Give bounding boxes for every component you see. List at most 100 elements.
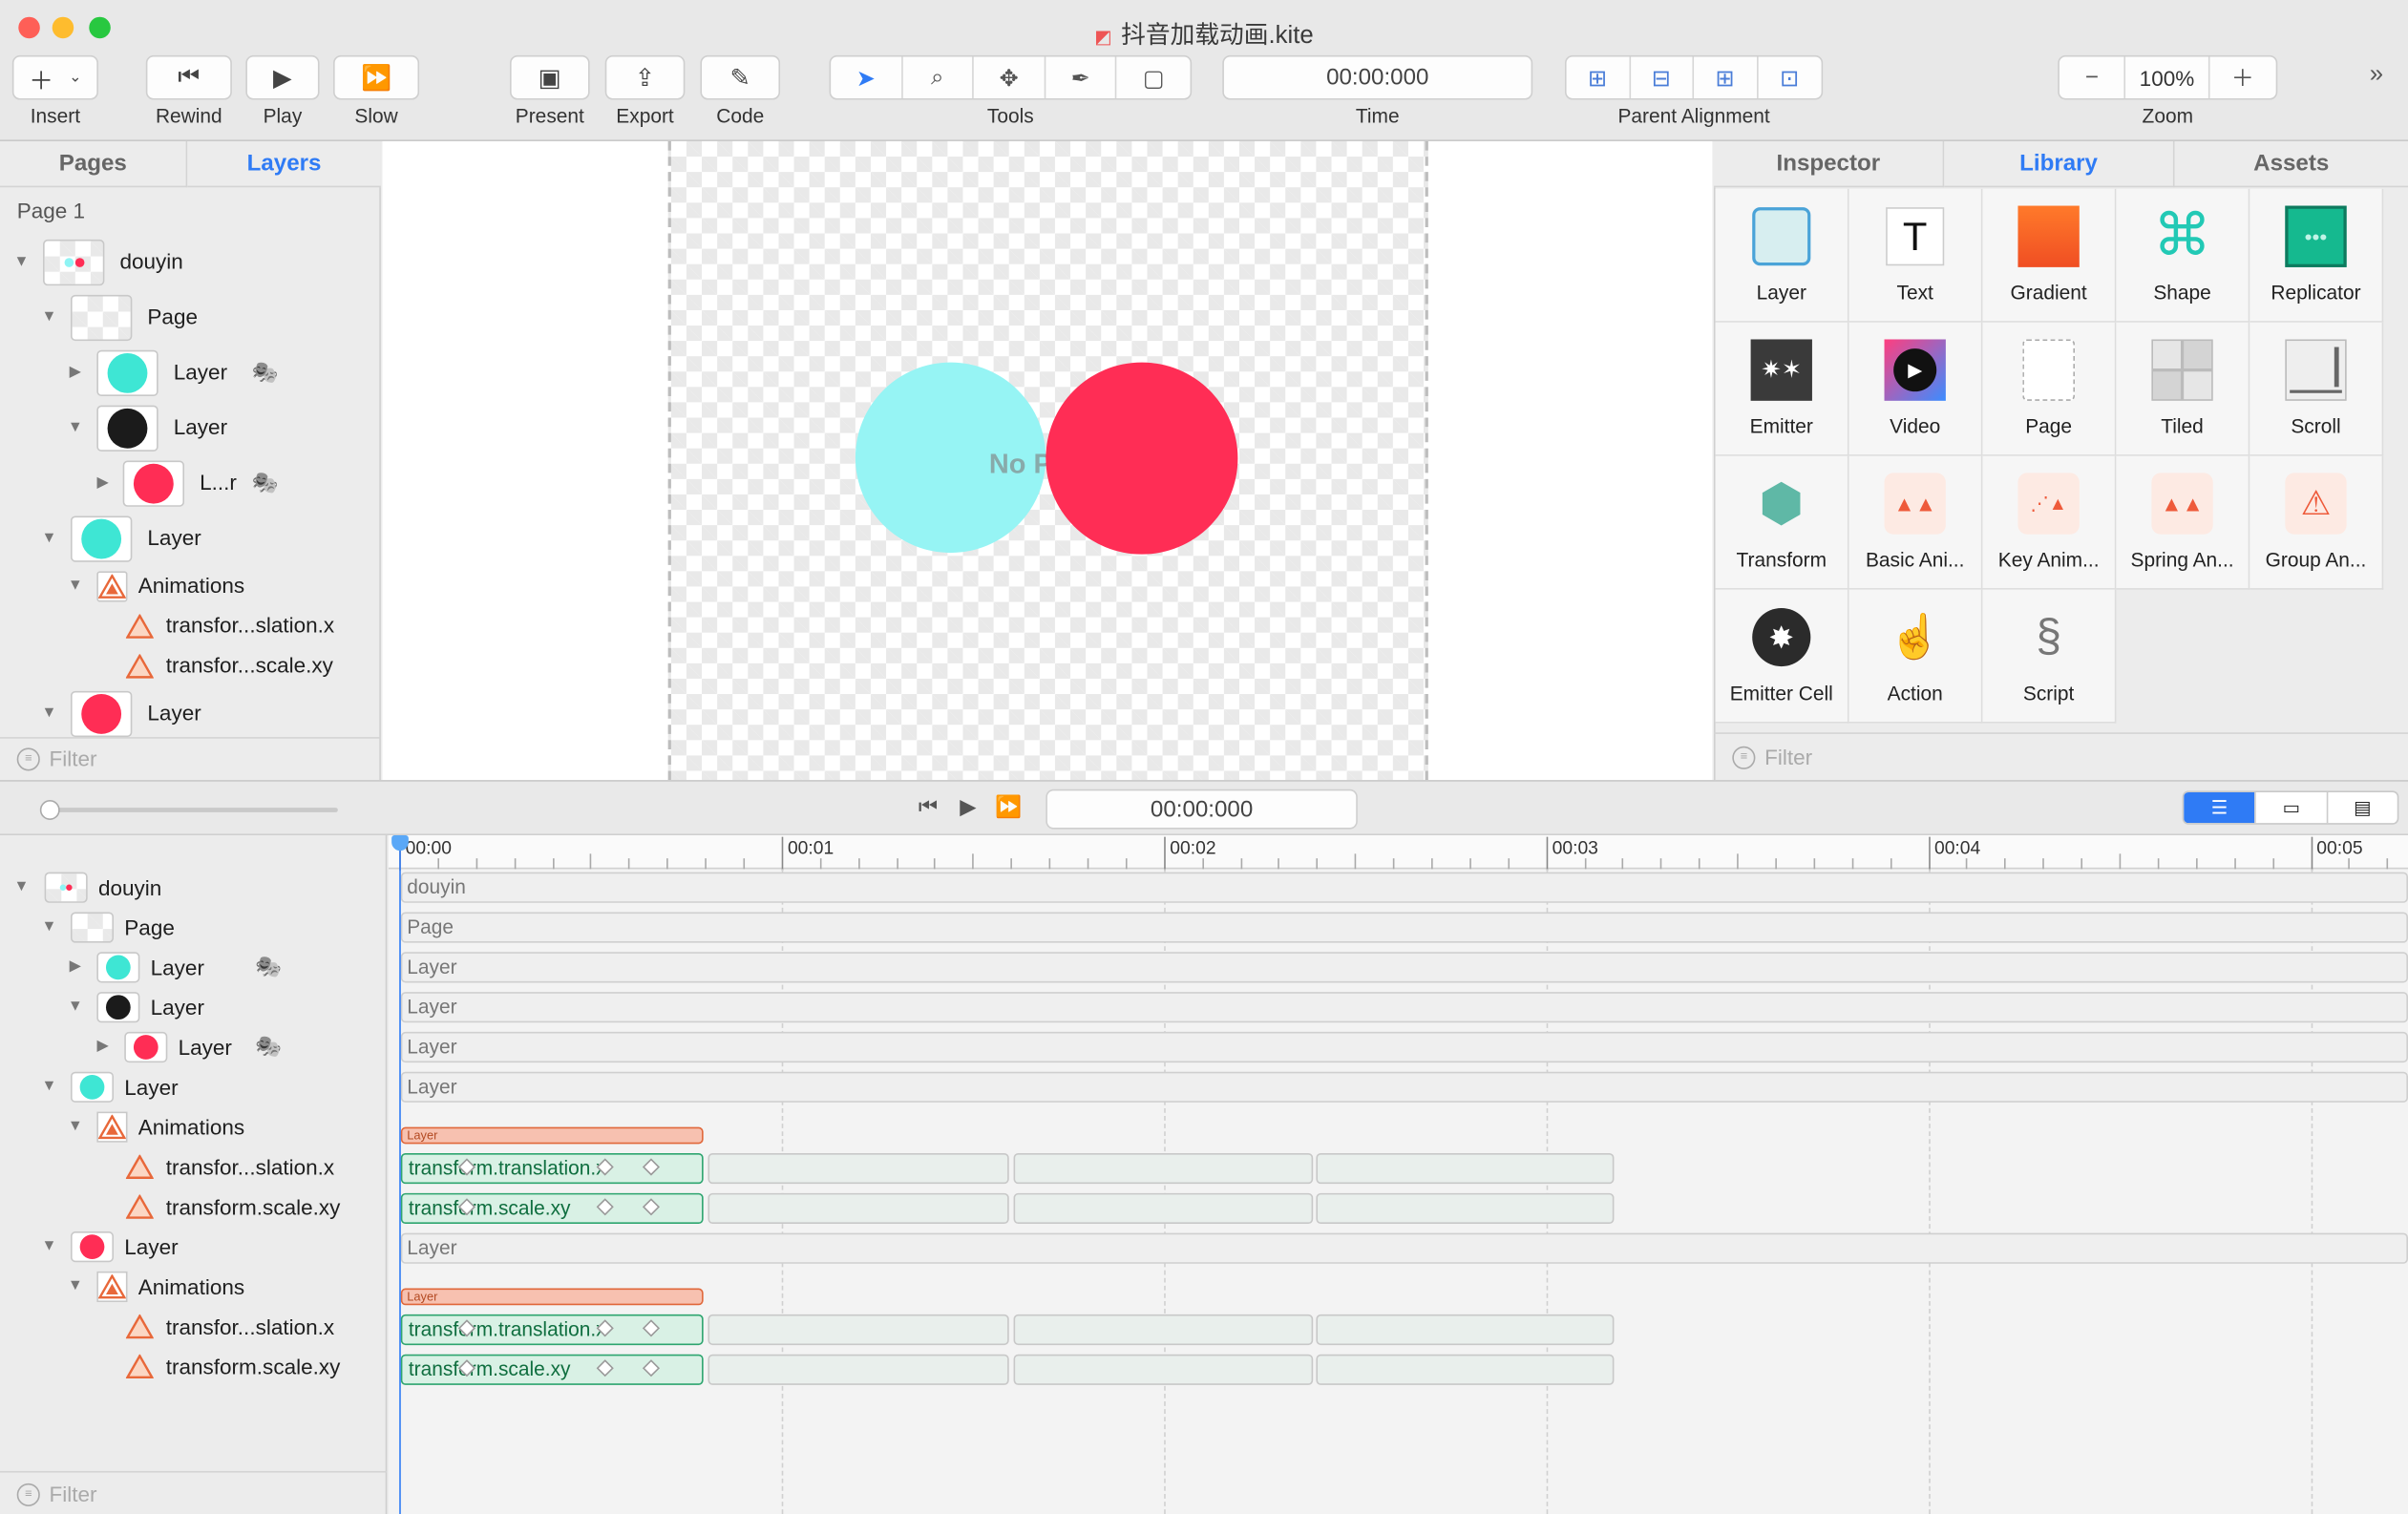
mask-icon[interactable]: 🎭 [252, 470, 279, 495]
library-item-video[interactable]: ▶ Video [1848, 322, 1983, 456]
library-item-group-an[interactable]: ⚠ Group An... [2250, 455, 2384, 590]
library-item-tiled[interactable]: Tiled [2116, 322, 2250, 456]
align-fill-button[interactable]: ⊡ [1758, 57, 1822, 98]
timeline-rewind-button[interactable]: ⏮ [919, 794, 938, 820]
toolbar-overflow-icon[interactable]: » [2370, 61, 2383, 89]
library-item-basic-ani[interactable]: ▲▲ Basic Ani... [1848, 455, 1983, 590]
tab-library[interactable]: Library [1944, 140, 2175, 188]
timeline-zoom-slider-track[interactable] [46, 808, 338, 812]
pen-tool[interactable]: ✒ [1046, 56, 1117, 98]
animation-repeat-bar[interactable] [1013, 1354, 1314, 1385]
insert-button[interactable]: ＋ ⌄ [11, 54, 98, 100]
animation-group-bar[interactable]: Layer [400, 1288, 704, 1306]
layer-tree-row[interactable]: ▼ Layer [0, 690, 381, 738]
disclosure-triangle-icon[interactable]: ▼ [40, 918, 58, 936]
disclosure-triangle-icon[interactable]: ▼ [40, 530, 58, 548]
library-item-text[interactable]: T Text [1848, 188, 1983, 323]
timeline-fast-forward-button[interactable]: ⏩ [995, 794, 1022, 820]
disclosure-triangle-icon[interactable]: ▼ [12, 253, 31, 271]
timeline-tree-row[interactable]: ▼ Animations [0, 1270, 387, 1303]
animation-group-bar[interactable]: Layer [400, 1126, 704, 1145]
timeline-tree-row[interactable]: ▼ Page [0, 911, 387, 944]
library-item-script[interactable]: § Script [1982, 589, 2117, 724]
timeline-tree-row[interactable]: ▼ Animations [0, 1110, 387, 1144]
shape-tool[interactable]: ▢ [1117, 57, 1191, 98]
disclosure-triangle-icon[interactable]: ▼ [66, 999, 84, 1017]
timeline-track[interactable]: Layer [400, 1071, 2408, 1103]
mask-icon[interactable]: 🎭 [255, 1034, 282, 1060]
library-item-key-anim[interactable]: ⋰▲ Key Anim... [1982, 455, 2117, 590]
animation-repeat-bar[interactable] [1316, 1152, 1615, 1185]
timeline-view-button[interactable]: ☰ [2184, 791, 2255, 824]
layer-tree-row[interactable]: ▼ Animations [0, 571, 381, 602]
export-button[interactable]: ⇪ [604, 54, 686, 100]
animation-repeat-bar[interactable] [1013, 1314, 1314, 1346]
library-item-emitter[interactable]: ✷✶ Emitter [1715, 322, 1849, 456]
animation-repeat-bar[interactable] [708, 1354, 1009, 1385]
animation-repeat-bar[interactable] [1316, 1354, 1615, 1385]
timeline-tree-row[interactable]: ▶ 🎭 Layer [0, 1030, 387, 1063]
layer-tree-row[interactable]: transfor...scale.xy [0, 651, 381, 682]
timeline-tree-row[interactable]: ▶ 🎭 Layer [0, 951, 387, 984]
disclosure-triangle-icon[interactable]: ▼ [40, 704, 58, 723]
align-horizontal-button[interactable]: ⊟ [1630, 56, 1695, 98]
timeline-tree-row[interactable]: transform.scale.xy [0, 1190, 387, 1224]
disclosure-triangle-icon[interactable]: ▶ [94, 1038, 112, 1056]
timeline-tree-row[interactable]: ▼ Layer [0, 1230, 387, 1263]
align-vertical-button[interactable]: ⊞ [1694, 56, 1758, 98]
timeline-tree-row[interactable]: transfor...slation.x [0, 1150, 387, 1184]
layer-tree-row[interactable]: ▼ Layer [0, 405, 381, 452]
disclosure-triangle-icon[interactable]: ▶ [94, 474, 112, 493]
library-item-gradient[interactable]: Gradient [1982, 188, 2117, 323]
library-item-transform[interactable]: ⬢ Transform [1715, 455, 1849, 590]
timeline-track[interactable]: Layer [400, 992, 2408, 1023]
rewind-button[interactable]: ⏮ [145, 54, 232, 100]
red-circle[interactable] [1046, 362, 1238, 555]
tab-layers[interactable]: Layers [187, 140, 381, 188]
layer-tree-row[interactable]: ▼ douyin [0, 239, 381, 286]
timeline-track[interactable]: Layer [400, 1031, 2408, 1063]
library-item-spring-an[interactable]: ▲▲ Spring An... [2116, 455, 2250, 590]
timeline-ruler[interactable] [388, 835, 2408, 870]
select-tool[interactable]: ➤ [831, 56, 903, 98]
library-item-scroll[interactable]: Scroll [2250, 322, 2384, 456]
timeline-tree-row[interactable]: transfor...slation.x [0, 1310, 387, 1343]
animation-repeat-bar[interactable] [1013, 1192, 1314, 1224]
animation-repeat-bar[interactable] [1013, 1152, 1314, 1185]
layer-tree-row[interactable]: ▶ Layer 🎭 [0, 349, 381, 396]
disclosure-triangle-icon[interactable]: ▼ [40, 308, 58, 326]
disclosure-triangle-icon[interactable]: ▼ [66, 1118, 84, 1136]
timeline-track[interactable]: douyin [400, 872, 2408, 903]
timeline-tree-row[interactable]: transform.scale.xy [0, 1350, 387, 1383]
disclosure-triangle-icon[interactable]: ▶ [66, 364, 84, 382]
mask-icon[interactable]: 🎭 [255, 954, 282, 979]
library-item-shape[interactable]: ⌘ Shape [2116, 188, 2250, 323]
console-view-button[interactable]: ▭ [2254, 791, 2327, 824]
library-filter[interactable]: ≡ Filter [1732, 745, 1812, 769]
library-item-replicator[interactable]: ••• Replicator [2250, 188, 2384, 323]
animation-repeat-bar[interactable] [708, 1314, 1009, 1346]
disclosure-triangle-icon[interactable]: ▶ [66, 958, 84, 977]
animation-repeat-bar[interactable] [1316, 1314, 1615, 1346]
timeline-tree-row[interactable]: ▼ douyin [0, 871, 387, 904]
timeline-zoom-slider-knob[interactable] [39, 800, 60, 820]
timeline-track[interactable]: Layer [400, 952, 2408, 983]
timeline-filter[interactable]: ≡ Filter [16, 1482, 97, 1506]
mask-icon[interactable]: 🎭 [252, 359, 279, 385]
timeline-tree-row[interactable]: ▼ Layer [0, 990, 387, 1023]
timeline-time-field[interactable]: 00:00:000 [1046, 789, 1358, 830]
disclosure-triangle-icon[interactable]: ▼ [66, 578, 84, 596]
inspector-view-button[interactable]: ▤ [2326, 791, 2397, 824]
disclosure-triangle-icon[interactable]: ▼ [40, 1078, 58, 1096]
layer-tree-row[interactable]: ▶ L...r 🎭 [0, 460, 381, 507]
timeline-tree-row[interactable]: ▼ Layer [0, 1070, 387, 1104]
align-center-button[interactable]: ⊞ [1567, 56, 1631, 98]
animation-repeat-bar[interactable] [708, 1192, 1009, 1224]
zoom-value[interactable]: 100% [2126, 56, 2209, 98]
disclosure-triangle-icon[interactable]: ▼ [40, 1237, 58, 1255]
zoom-tool[interactable]: ⌕ [902, 56, 975, 98]
tab-pages[interactable]: Pages [0, 140, 188, 188]
code-button[interactable]: ✎ [700, 54, 781, 100]
library-item-emitter-cell[interactable]: ✸ Emitter Cell [1715, 589, 1849, 724]
zoom-out-button[interactable]: − [2059, 56, 2126, 98]
